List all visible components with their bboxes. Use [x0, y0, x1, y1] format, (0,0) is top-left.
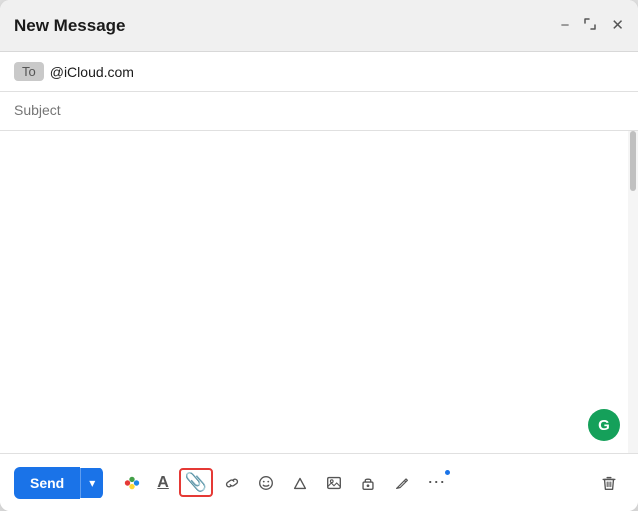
to-badge: To — [14, 62, 44, 81]
format-text-icon: A — [157, 474, 169, 492]
format-text-button[interactable]: A — [151, 470, 175, 496]
attach-icon: 📎 — [185, 472, 207, 493]
pencil-icon — [393, 474, 411, 492]
link-button[interactable] — [217, 470, 247, 496]
to-field-row: To @iCloud.com — [0, 52, 638, 92]
toolbar: Send ▾ A 📎 — [0, 453, 638, 511]
minimize-button[interactable]: − — [561, 18, 570, 33]
delete-button[interactable] — [594, 470, 624, 496]
grammarly-button[interactable]: G — [588, 409, 620, 441]
subject-field-row — [0, 92, 638, 131]
color-icon — [123, 474, 141, 492]
emoji-icon — [257, 474, 275, 492]
confidential-button[interactable] — [353, 470, 383, 496]
subject-input[interactable] — [14, 102, 624, 118]
photo-icon — [325, 474, 343, 492]
scrollbar[interactable] — [628, 131, 638, 453]
emoji-button[interactable] — [251, 470, 281, 496]
close-button[interactable]: ✕ — [611, 18, 624, 33]
title-bar: New Message − ✕ — [0, 0, 638, 52]
color-icon-button[interactable] — [117, 470, 147, 496]
drive-icon — [291, 474, 309, 492]
expand-button[interactable] — [583, 17, 597, 34]
attach-button[interactable]: 📎 — [179, 468, 213, 497]
drive-button[interactable] — [285, 470, 315, 496]
link-icon — [223, 474, 241, 492]
to-email: @iCloud.com — [50, 64, 134, 80]
body-input[interactable] — [0, 131, 638, 453]
window-title: New Message — [14, 16, 126, 36]
more-icon: ⋯ — [427, 472, 446, 493]
send-button[interactable]: Send — [14, 467, 80, 499]
compose-window: New Message − ✕ To @iCloud.com G Send ▾ — [0, 0, 638, 511]
window-controls: − ✕ — [561, 17, 624, 34]
signature-button[interactable] — [387, 470, 417, 496]
trash-icon — [600, 474, 618, 492]
lock-icon — [359, 474, 377, 492]
more-button[interactable]: ⋯ — [421, 468, 452, 497]
body-area: G — [0, 131, 638, 453]
notification-dot — [445, 470, 450, 475]
send-button-group: Send ▾ — [14, 467, 103, 499]
scrollbar-thumb — [630, 131, 636, 191]
photo-button[interactable] — [319, 470, 349, 496]
send-dropdown-button[interactable]: ▾ — [80, 468, 103, 498]
